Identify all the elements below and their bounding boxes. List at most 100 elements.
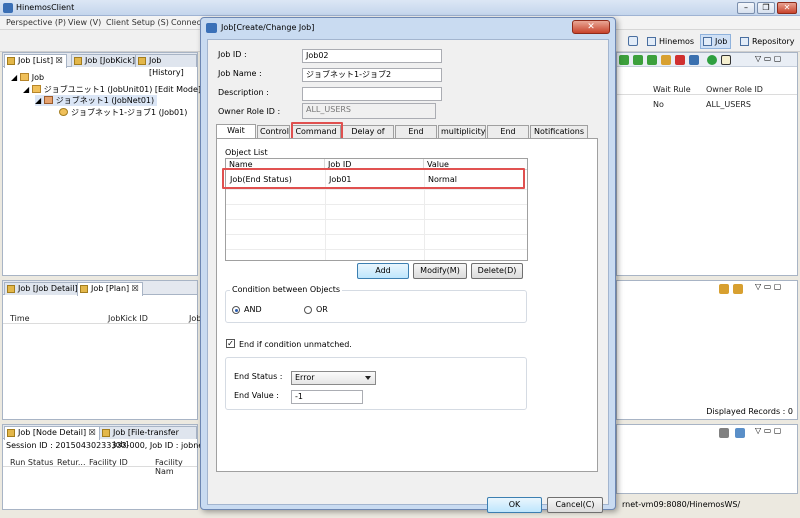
add-icon[interactable] (619, 55, 629, 65)
job-detail-list-panel: ▽ ▭ ▢ Wait Rule Owner Role ID No ALL_USE… (616, 52, 798, 276)
view-menu-icon-2[interactable]: ▽ ▭ ▢ (755, 282, 781, 291)
delete-icon[interactable] (675, 55, 685, 65)
ok-button[interactable]: OK (487, 497, 542, 513)
column-facility-name[interactable]: Facility Nam (155, 458, 197, 476)
job-id-input[interactable]: Job02 (302, 49, 442, 63)
column-facility-id[interactable]: Facility ID (89, 458, 128, 467)
delete-button[interactable]: Delete(D) (471, 263, 523, 279)
modify-button[interactable]: Modify(M) (413, 263, 467, 279)
menu-perspective[interactable]: Perspective (P) (6, 18, 66, 27)
sort-icon[interactable] (689, 55, 699, 65)
owner-role-field[interactable]: ALL_USERS (302, 103, 436, 119)
end-if-unmatched-checkbox[interactable]: ✓ (226, 339, 235, 348)
node-detail-panel: Job [Node Detail] ☒ Job [File-transfer J… (2, 424, 222, 510)
paste-icon[interactable] (647, 55, 657, 65)
menu-view[interactable]: View (V) (68, 18, 101, 27)
tree-node-job01[interactable]: ジョブネット1-ジョブ1 (Job01) (59, 107, 187, 118)
tree-node-jobunit[interactable]: ◢ ジョブユニット1 (JobUnit01) [Edit Mode] (23, 84, 201, 95)
object-list-label: Object List (225, 148, 268, 157)
tab-wait-rule[interactable]: Wait Rule (216, 124, 256, 147)
tab-command[interactable]: Command (291, 125, 341, 138)
column-wait-rule[interactable]: Wait Rule (653, 85, 691, 94)
or-radio[interactable] (304, 306, 312, 314)
job-id-label: Job ID : (218, 50, 247, 59)
tab-job-jobkick[interactable]: Job [JobKick] (71, 54, 139, 67)
open-perspective-icon[interactable] (628, 36, 638, 46)
perspective-repository[interactable]: Repository (737, 34, 799, 49)
add-button[interactable]: Add (357, 263, 409, 279)
job-icon (59, 108, 68, 116)
tab-end-status[interactable]: End Status (487, 125, 529, 148)
and-radio[interactable] (232, 306, 240, 314)
jobkick-tab-icon (74, 57, 82, 65)
folder-icon (31, 85, 41, 93)
condition-group-label: Condition between Objects (230, 285, 343, 294)
edit-icon[interactable] (661, 55, 671, 65)
right-bottom-panel: ▽ ▭ ▢ (616, 424, 798, 494)
job-name-input[interactable]: ジョブネット1-ジョブ2 (302, 68, 442, 82)
column-jobkick-id[interactable]: JobKick ID (108, 314, 148, 323)
job-plan-tab-icon (80, 285, 88, 293)
cancel-button[interactable]: Cancel(C) (547, 497, 603, 513)
run-icon[interactable] (707, 55, 717, 65)
job-detail-tab-icon (7, 285, 15, 293)
tab-job-list[interactable]: Job [List] ☒ (4, 54, 67, 68)
dialog-close-button[interactable]: ✕ (572, 20, 610, 34)
toggle-icon[interactable] (735, 428, 745, 438)
copy-icon[interactable] (633, 55, 643, 65)
perspective-job[interactable]: Job (700, 34, 732, 49)
tab-node-detail[interactable]: Job [Node Detail] ☒ (4, 426, 100, 440)
job-plan-panel: Job [Job Detail] Job [Plan] ☒ Time JobKi… (2, 280, 201, 420)
job-perspective-icon (703, 37, 712, 46)
column-value[interactable]: Value (424, 159, 527, 170)
playback-icon[interactable] (719, 428, 729, 438)
column-name[interactable]: Name (226, 159, 325, 170)
right-panel-toolbar: ▽ ▭ ▢ (617, 53, 797, 67)
end-status-select[interactable]: Error (291, 371, 376, 385)
hinemos-perspective-icon (647, 37, 656, 46)
wait-rule-page: Object List Name Job ID Value Job(End St… (216, 138, 598, 472)
app-titlebar: HinemosClient – ❐ ✕ (0, 0, 800, 16)
create-change-job-dialog: Job[Create/Change Job] ✕ Job ID : Job02 … (200, 17, 616, 513)
object-list-table: Name Job ID Value Job(End Status) Job01 … (225, 158, 528, 261)
end-value-label: End Value : (234, 391, 279, 400)
repository-perspective-icon (740, 37, 749, 46)
dialog-title: Job[Create/Change Job] (221, 23, 315, 32)
perspective-hinemos[interactable]: Hinemos (644, 34, 698, 49)
tab-job-plan[interactable]: Job [Plan] ☒ (77, 282, 143, 296)
column-job-id[interactable]: Job ID (325, 159, 424, 170)
filter-icon[interactable] (733, 284, 743, 294)
view-menu-icon[interactable]: ▽ ▭ ▢ (755, 54, 781, 63)
end-status-label: End Status : (234, 372, 283, 381)
tab-multiplicity[interactable]: multiplicity (438, 125, 486, 138)
column-time[interactable]: Time (10, 314, 30, 323)
minimize-button[interactable]: – (737, 2, 755, 14)
displayed-records: Displayed Records : 0 (706, 407, 793, 416)
tree-node-jobnet[interactable]: ◢ ジョブネット1 (JobNet01) (35, 95, 158, 106)
restore-button[interactable]: ❐ (757, 2, 775, 14)
app-logo-icon (3, 3, 13, 13)
tab-notifications[interactable]: Notifications (530, 125, 588, 138)
menu-client-setup[interactable]: Client Setup (S) (106, 18, 169, 27)
tab-control[interactable]: Control (257, 125, 290, 138)
description-input[interactable] (302, 87, 442, 101)
tree-node-job[interactable]: ◢ Job (11, 73, 44, 82)
end-value-input[interactable]: -1 (291, 390, 363, 404)
tab-delay-of-start[interactable]: Delay of start (342, 125, 394, 148)
job-name-label: Job Name : (218, 69, 262, 78)
tree-layout-icon[interactable] (721, 55, 731, 65)
column-return[interactable]: Retur... (57, 458, 86, 467)
tab-job-detail[interactable]: Job [Job Detail] (4, 282, 82, 295)
column-run-status[interactable]: Run Status (10, 458, 53, 467)
tab-job-history[interactable]: Job [History] (135, 54, 197, 77)
column-owner-role-id[interactable]: Owner Role ID (706, 85, 763, 94)
node-detail-tab-icon (7, 429, 15, 437)
refresh-icon[interactable] (719, 284, 729, 294)
chevron-down-icon (365, 376, 371, 380)
close-button[interactable]: ✕ (777, 2, 797, 14)
view-menu-icon-3[interactable]: ▽ ▭ ▢ (755, 426, 781, 435)
right-middle-panel: ▽ ▭ ▢ Displayed Records : 0 (616, 280, 798, 420)
tab-file-transfer[interactable]: Job [File-transfer Job] (99, 426, 197, 449)
table-row[interactable]: Job(End Status) Job01 Normal (226, 173, 527, 185)
tab-end-delay[interactable]: End Delay (395, 125, 437, 148)
